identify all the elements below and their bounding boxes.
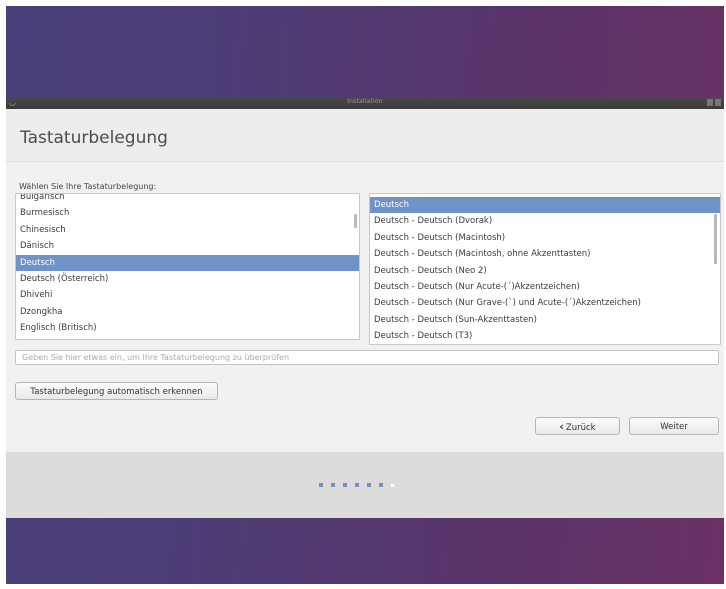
variant-list-scrollbar[interactable]: [714, 214, 717, 264]
installer-window: ◡ Installation Tastaturbelegung Wählen S…: [6, 97, 724, 518]
variant-list-item[interactable]: Deutsch - Deutsch (Dvorak): [370, 213, 720, 229]
layout-list-item[interactable]: Dänisch: [16, 238, 359, 254]
detect-layout-button[interactable]: Tastaturbelegung automatisch erkennen: [15, 382, 218, 400]
variant-list-item[interactable]: Deutsch - Deutsch (Macintosh): [370, 230, 720, 246]
layout-list-item[interactable]: Chinesisch: [16, 222, 359, 238]
variant-list-item[interactable]: Deutsch - Deutsch (T3): [370, 328, 720, 344]
layout-list-scrollbar[interactable]: [354, 214, 357, 228]
variant-list-item[interactable]: Deutsch - Deutsch (Nur Acute-(´)Akzentze…: [370, 279, 720, 295]
layout-list-item[interactable]: Deutsch (Österreich): [16, 271, 359, 287]
window-title: Installation: [347, 98, 383, 105]
chevron-left-icon: ‹: [559, 420, 564, 433]
keyboard-layout-list[interactable]: Bulgarisch Burmesisch Chinesisch Dänisch Deu…: [15, 193, 360, 340]
next-button[interactable]: Weiter: [629, 417, 719, 435]
keyboard-variant-list[interactable]: Deutsch Deutsch - Deutsch (Dvorak) Deutsch…: [369, 193, 721, 345]
progress-dot: [355, 483, 359, 487]
progress-dot: [331, 483, 335, 487]
layout-list-item[interactable]: Burmesisch: [16, 205, 359, 221]
progress-dot: [343, 483, 347, 487]
layout-list-item[interactable]: Dhivehi: [16, 287, 359, 303]
variant-list-item[interactable]: Deutsch - Deutsch (Neo 2): [370, 263, 720, 279]
layout-prompt: Wählen Sie Ihre Tastaturbelegung:: [19, 182, 157, 191]
minimize-icon[interactable]: [707, 99, 713, 106]
back-button-label: Zurück: [565, 423, 596, 433]
progress-footer: [6, 452, 724, 518]
progress-dot: [367, 483, 371, 487]
progress-dot-current: [391, 484, 394, 487]
variant-list-item[interactable]: Deutsch - Deutsch (Nur Grave-(`) und Acu…: [370, 295, 720, 311]
variant-list-item[interactable]: Deutsch: [370, 197, 720, 214]
title-bar[interactable]: ◡ Installation: [6, 97, 724, 109]
page-header: Tastaturbelegung: [6, 109, 724, 162]
layout-test-input[interactable]: [15, 350, 719, 365]
page-title: Tastaturbelegung: [20, 128, 168, 148]
back-button[interactable]: ‹ Zurück: [535, 417, 620, 435]
progress-dot: [319, 483, 323, 487]
layout-list-item[interactable]: Dzongkha: [16, 304, 359, 320]
variant-list-item[interactable]: Deutsch - Deutsch (Macintosh, ohne Akzen…: [370, 246, 720, 262]
variant-list-item[interactable]: Deutsch - Deutsch (Sun-Akzenttasten): [370, 312, 720, 328]
progress-dot: [379, 483, 383, 487]
layout-list-item[interactable]: Deutsch: [16, 254, 359, 271]
layout-list-item[interactable]: Englisch (Britisch): [16, 320, 359, 336]
close-icon[interactable]: [715, 99, 721, 106]
layout-list-item[interactable]: Bulgarisch: [16, 194, 359, 205]
